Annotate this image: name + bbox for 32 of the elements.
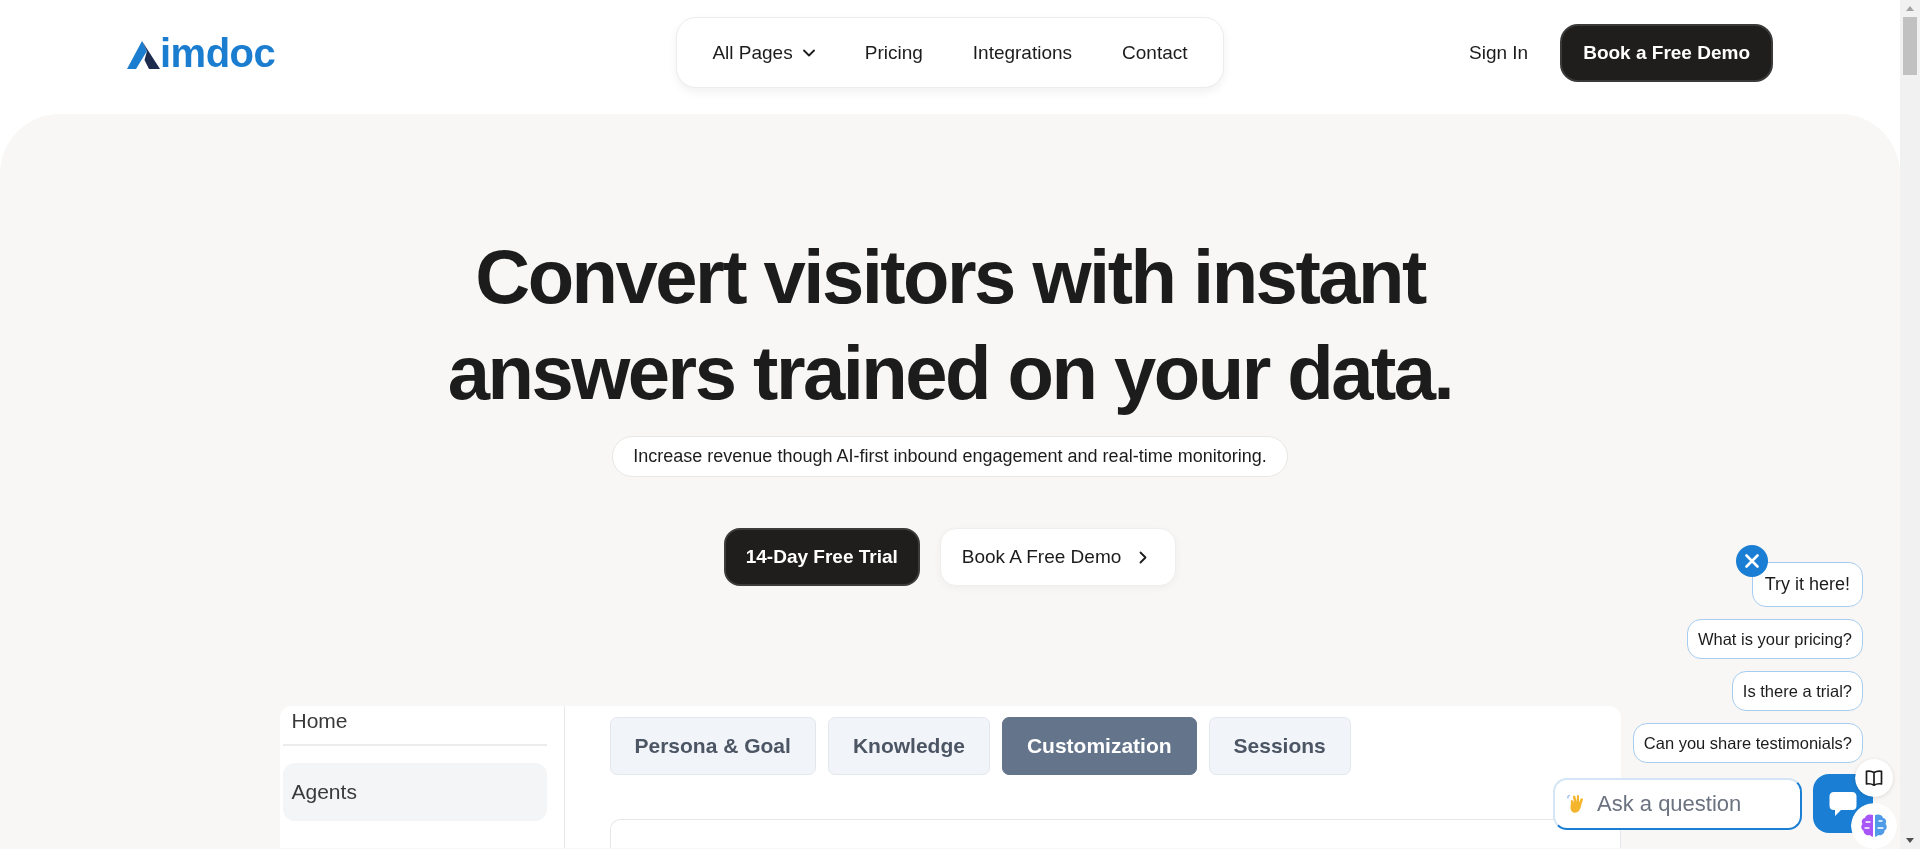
sidebar-item[interactable]: Agents [282,763,547,821]
primary-button[interactable]: 14-Day Free Trial [723,528,920,586]
suggested-question[interactable]: Is there a trial? [1731,671,1863,711]
greeting-bubble[interactable]: Try it here! [1751,562,1863,607]
close-icon[interactable] [1735,545,1768,577]
book-icon[interactable] [1855,759,1893,797]
suggested-question[interactable]: What is your pricing? [1686,619,1863,659]
nav-dropdown[interactable]: All Pages [712,41,815,64]
tab[interactable]: Knowledge [827,717,990,775]
secondary-button[interactable]: Book A Free Demo [939,528,1177,586]
chevron-right-icon [1139,550,1148,564]
book-demo-button[interactable]: Book a Free Demo [1560,23,1773,82]
sidebar-item[interactable]: Home [282,708,547,734]
brain-icon[interactable] [1851,803,1897,849]
speech-bubble-icon [1828,789,1858,818]
nav-link[interactable]: Integrations [972,41,1073,64]
hero-headline: Convert visitors with instant answers trained on your data. [446,233,1454,417]
nav-link[interactable]: Pricing [864,41,923,64]
logo-wordmark[interactable]: imdoc [160,32,276,73]
ask-question-field[interactable]: Ask a question [1553,777,1802,830]
hero-subtitle: Increase revenue though AI-first inbound engagement and real-time monitoring. [612,436,1288,477]
scrollbar-thumb[interactable] [1903,17,1917,75]
sign-in-link[interactable]: Sign In [1469,41,1529,64]
waving-hand-icon [1567,793,1585,814]
tab[interactable]: Customization [1001,717,1197,775]
chevron-down-icon [802,48,815,57]
tab[interactable]: Sessions [1208,717,1351,775]
scrollbar-track[interactable] [1900,0,1920,849]
suggested-question[interactable]: Can you share testimonials? [1632,723,1863,763]
nav-link[interactable]: Contact [1122,41,1188,64]
tab[interactable]: Persona & Goal [609,717,816,775]
logo-mark-icon [127,40,160,69]
